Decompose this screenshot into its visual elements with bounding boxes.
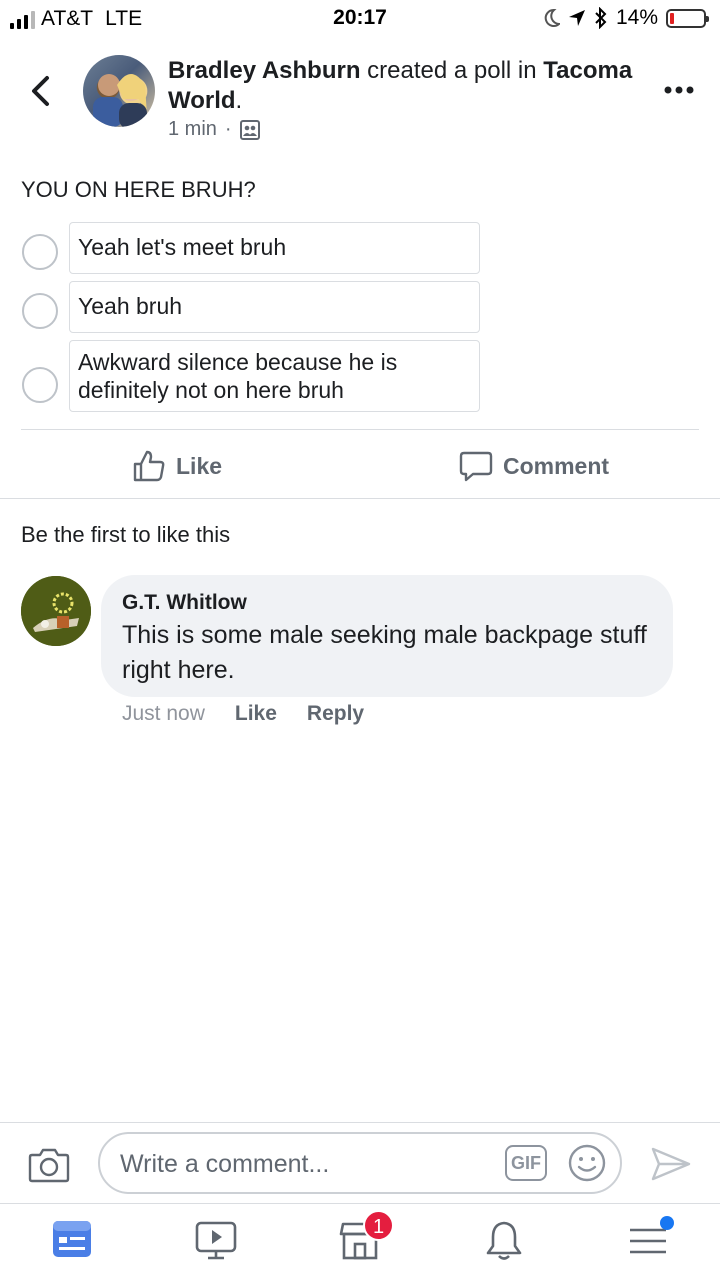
post-time[interactable]: 1 min xyxy=(168,118,217,141)
thumbs-up-icon xyxy=(133,450,165,482)
likes-summary: Be the first to like this xyxy=(21,522,231,547)
news-feed-icon[interactable] xyxy=(50,1218,94,1262)
more-options-icon[interactable] xyxy=(660,80,700,100)
post-meta: 1 min · xyxy=(168,118,260,141)
camera-icon[interactable] xyxy=(28,1145,70,1183)
comment-reply-button[interactable]: Reply xyxy=(307,702,364,726)
status-right: 14% xyxy=(542,6,709,30)
author-name[interactable]: Bradley Ashburn xyxy=(168,57,360,84)
comment-input[interactable] xyxy=(120,1146,500,1182)
period: . xyxy=(235,87,243,114)
like-button[interactable]: Like xyxy=(132,448,222,484)
marketplace-badge: 1 xyxy=(363,1210,394,1241)
commenter-name[interactable]: G.T. Whitlow xyxy=(122,591,247,615)
meta-separator: · xyxy=(224,118,232,140)
status-bar: AT&T LTE 20:17 14% xyxy=(0,0,720,40)
like-label: Like xyxy=(176,452,223,479)
divider xyxy=(0,498,720,499)
composer-divider xyxy=(0,1122,720,1123)
poll-question: YOU ON HERE BRUH? xyxy=(21,177,256,202)
group-audience-icon xyxy=(239,119,260,140)
poll-option-label[interactable]: Awkward silence because he is definitely… xyxy=(69,340,480,412)
bottom-nav-divider xyxy=(0,1203,720,1204)
comment-bubble-icon xyxy=(459,451,493,482)
comment-button[interactable]: Comment xyxy=(459,448,609,484)
poll-radio[interactable] xyxy=(22,293,58,329)
comment-text: This is some male seeking male backpage … xyxy=(122,621,647,684)
poll-option[interactable]: Awkward silence because he is definitely… xyxy=(22,340,482,412)
battery-percent: 14% xyxy=(615,6,658,29)
menu-notification-dot xyxy=(660,1216,674,1230)
battery-icon xyxy=(666,8,709,28)
comment-time: Just now xyxy=(122,702,205,725)
gif-button[interactable]: GIF xyxy=(505,1145,547,1181)
comment-meta: Just now Like Reply xyxy=(122,702,364,726)
notifications-bell-icon[interactable] xyxy=(482,1218,526,1262)
poll-radio[interactable] xyxy=(22,367,58,403)
location-arrow-icon xyxy=(568,10,585,26)
comment-like-button[interactable]: Like xyxy=(235,702,277,726)
back-arrow-icon[interactable] xyxy=(26,74,56,108)
poll-option-label[interactable]: Yeah let's meet bruh xyxy=(69,222,480,274)
post-author-line: Bradley Ashburn created a poll in Tacoma… xyxy=(168,56,638,116)
bluetooth-icon xyxy=(595,7,607,29)
send-icon[interactable] xyxy=(650,1145,692,1183)
poll-option[interactable]: Yeah bruh xyxy=(22,281,482,333)
poll-option[interactable]: Yeah let's meet bruh xyxy=(22,222,482,274)
comment-label: Comment xyxy=(503,452,610,479)
commenter-avatar[interactable] xyxy=(21,576,91,646)
poll-radio[interactable] xyxy=(22,234,58,270)
emoji-icon[interactable] xyxy=(567,1143,607,1183)
divider xyxy=(21,429,699,430)
action-text: created a poll in xyxy=(367,57,537,84)
watch-video-icon[interactable] xyxy=(194,1218,238,1262)
poll-option-label[interactable]: Yeah bruh xyxy=(69,281,480,333)
author-avatar[interactable] xyxy=(83,55,155,127)
moon-icon xyxy=(544,8,560,27)
